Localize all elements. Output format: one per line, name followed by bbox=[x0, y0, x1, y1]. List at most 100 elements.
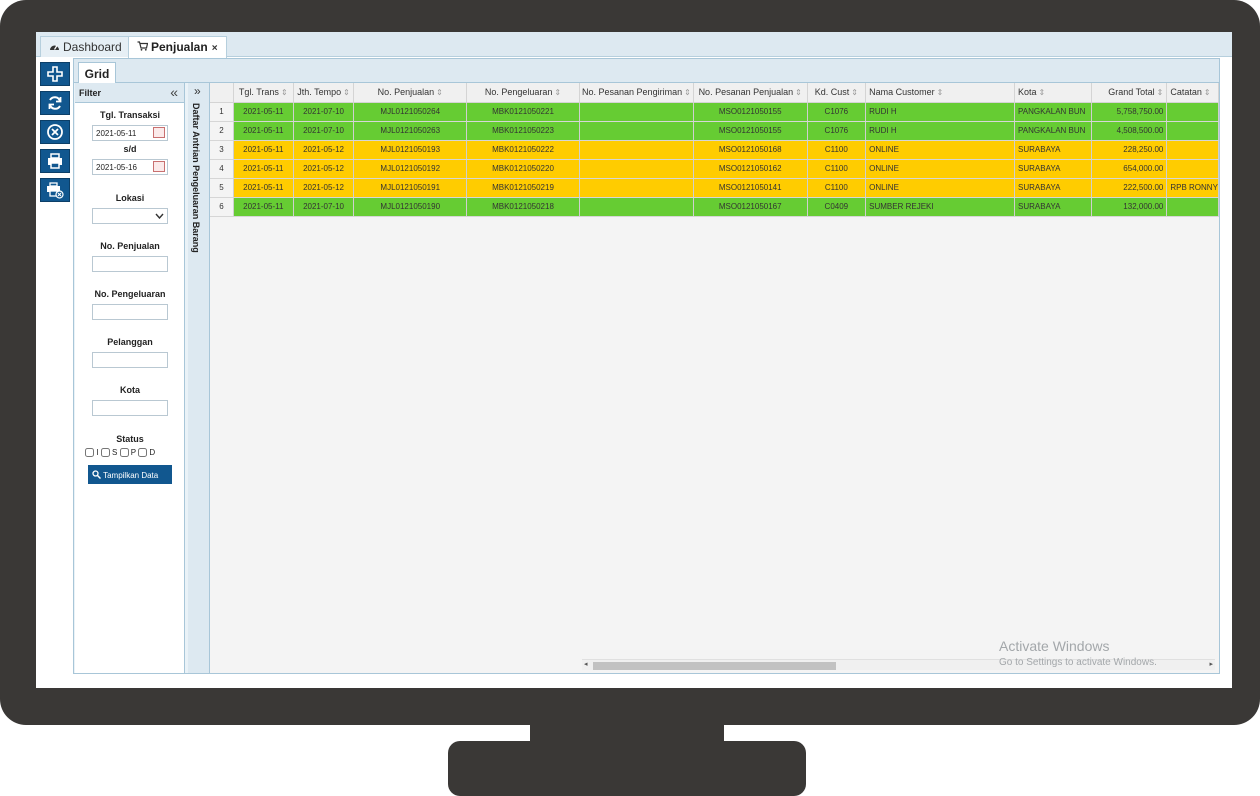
column-header[interactable]: No. Pesanan Penjualan ⇕ bbox=[693, 83, 808, 103]
table-cell: PANGKALAN BUN bbox=[1014, 121, 1092, 141]
filter-panel: Filter « Tgl. Transaksi 2021-05-11 s/d 2… bbox=[75, 83, 185, 673]
table-cell: 2021-05-11 bbox=[233, 159, 294, 179]
row-number: 5 bbox=[210, 178, 234, 198]
print-cancel-button[interactable] bbox=[40, 178, 70, 202]
print-button[interactable] bbox=[40, 149, 70, 173]
table-cell: MBK0121050221 bbox=[466, 102, 580, 122]
watermark-subtitle: Go to Settings to activate Windows. bbox=[999, 657, 1157, 668]
table-cell: MJL0121050193 bbox=[353, 140, 468, 160]
lokasi-label: Lokasi bbox=[115, 193, 145, 203]
table-cell: 228,250.00 bbox=[1091, 140, 1168, 160]
dashboard-icon bbox=[49, 42, 60, 54]
printer-cancel-icon bbox=[47, 182, 64, 199]
scroll-thumb[interactable] bbox=[593, 662, 836, 670]
search-icon bbox=[92, 470, 102, 480]
status-checkbox-s[interactable] bbox=[100, 448, 110, 458]
collapse-filter-button[interactable]: « bbox=[170, 84, 178, 100]
scroll-right-icon[interactable]: ▸ bbox=[1209, 660, 1213, 668]
refresh-button[interactable] bbox=[40, 91, 70, 115]
table-cell: 2021-05-11 bbox=[233, 140, 294, 160]
table-cell: C1100 bbox=[807, 159, 867, 179]
tab-penjualan[interactable]: Penjualan × bbox=[128, 36, 227, 58]
status-i-label: I bbox=[96, 448, 99, 457]
table-cell: RPB RONNY bbox=[1166, 178, 1219, 198]
status-label: Status bbox=[116, 434, 144, 444]
table-row[interactable]: 4 2021-05-11 2021-05-12 MJL0121050192 MBK012… bbox=[210, 159, 1219, 179]
column-header[interactable]: No. Pengeluaran ⇕ bbox=[466, 83, 580, 103]
watermark-title: Activate Windows bbox=[999, 638, 1110, 654]
cancel-circle-icon bbox=[47, 124, 63, 140]
table-row[interactable]: 6 2021-05-11 2021-07-10 MJL0121050190 MBK012… bbox=[210, 197, 1219, 217]
kota-label: Kota bbox=[120, 385, 140, 395]
status-checkbox-p[interactable] bbox=[119, 448, 129, 458]
table-cell: MBK0121050220 bbox=[466, 159, 580, 179]
close-icon[interactable]: × bbox=[212, 43, 218, 54]
table-cell: MSO0121050168 bbox=[693, 140, 808, 160]
column-header[interactable]: Kota ⇕ bbox=[1014, 83, 1092, 103]
lokasi-select[interactable] bbox=[92, 208, 168, 224]
table-cell: MBK0121050218 bbox=[466, 197, 580, 217]
expand-panel-button[interactable]: » bbox=[194, 84, 201, 98]
kota-input[interactable] bbox=[92, 400, 168, 416]
cancel-button[interactable] bbox=[40, 120, 70, 144]
table-cell bbox=[1166, 121, 1219, 141]
status-checkboxes: I S P D bbox=[85, 448, 156, 458]
calendar-icon[interactable] bbox=[153, 127, 165, 138]
table-cell: 222,500.00 bbox=[1091, 178, 1168, 198]
table-cell: PANGKALAN BUN bbox=[1014, 102, 1092, 122]
table-cell: 2021-07-10 bbox=[293, 197, 355, 217]
table-cell bbox=[579, 140, 694, 160]
status-checkbox-i[interactable] bbox=[85, 448, 94, 458]
plus-icon bbox=[47, 66, 63, 82]
table-cell: 2021-05-11 bbox=[233, 197, 294, 217]
cart-icon bbox=[137, 41, 149, 54]
table-cell: C1100 bbox=[807, 178, 867, 198]
column-header[interactable]: No. Pesanan Pengiriman ⇕ bbox=[579, 83, 694, 103]
table-row[interactable]: 1 2021-05-11 2021-07-10 MJL0121050264 MBK012… bbox=[210, 102, 1219, 122]
table-cell: 2021-07-10 bbox=[293, 121, 355, 141]
column-header[interactable]: Nama Customer ⇕ bbox=[865, 83, 1016, 103]
pelanggan-input[interactable] bbox=[92, 352, 168, 368]
no-penjualan-input[interactable] bbox=[92, 256, 168, 272]
tampilkan-data-button[interactable]: Tampilkan Data bbox=[88, 465, 172, 484]
table-cell bbox=[1166, 102, 1219, 122]
column-header[interactable]: No. Penjualan ⇕ bbox=[353, 83, 468, 103]
table-cell: 2021-05-12 bbox=[293, 178, 355, 198]
add-button[interactable] bbox=[40, 62, 70, 86]
status-s-label: S bbox=[111, 448, 118, 457]
printer-icon bbox=[48, 153, 62, 169]
tab-grid[interactable]: Grid bbox=[78, 62, 116, 83]
tab-dashboard[interactable]: Dashboard bbox=[40, 36, 131, 57]
column-header[interactable]: Grand Total ⇕ bbox=[1091, 83, 1168, 103]
table-cell: SURABAYA bbox=[1014, 140, 1092, 160]
table-row[interactable]: 3 2021-05-11 2021-05-12 MJL0121050193 MBK012… bbox=[210, 140, 1219, 160]
antrian-side-panel[interactable]: » Daftar Antrian Pengeluaran Barang bbox=[188, 83, 210, 673]
column-header[interactable]: Jth. Tempo ⇕ bbox=[293, 83, 355, 103]
table-cell: 4,508,500.00 bbox=[1091, 121, 1168, 141]
filter-header: Filter « bbox=[75, 83, 184, 103]
tampilkan-data-label: Tampilkan Data bbox=[103, 471, 159, 480]
table-cell: RUDI H bbox=[865, 121, 1016, 141]
activate-windows-watermark: Activate Windows Go to Settings to activ… bbox=[999, 638, 1157, 668]
table-cell: RUDI H bbox=[865, 102, 1016, 122]
column-header[interactable]: Catatan ⇕ bbox=[1166, 83, 1219, 103]
tgl-transaksi-label: Tgl. Transaksi bbox=[99, 110, 161, 120]
table-cell: SURABAYA bbox=[1014, 159, 1092, 179]
status-checkbox-d[interactable] bbox=[138, 448, 148, 458]
scroll-left-icon[interactable]: ◂ bbox=[584, 660, 588, 668]
status-d-label: D bbox=[149, 448, 156, 457]
table-body: 1 2021-05-11 2021-07-10 MJL0121050264 MBK012… bbox=[210, 102, 1219, 217]
table-cell: 2021-05-11 bbox=[233, 121, 294, 141]
column-header[interactable]: Kd. Cust ⇕ bbox=[807, 83, 867, 103]
sd-label: s/d bbox=[123, 144, 137, 154]
table-row[interactable]: 5 2021-05-11 2021-05-12 MJL0121050191 MBK012… bbox=[210, 178, 1219, 198]
table-row[interactable]: 2 2021-05-11 2021-07-10 MJL0121050263 MBK012… bbox=[210, 121, 1219, 141]
row-number-header bbox=[210, 83, 234, 103]
data-grid: Tgl. Trans ⇕ Jth. Tempo ⇕ No. Penjualan ⇕ N… bbox=[210, 83, 1219, 673]
table-cell: 2021-05-11 bbox=[233, 178, 294, 198]
antrian-panel-title: Daftar Antrian Pengeluaran Barang bbox=[191, 103, 201, 253]
calendar-icon[interactable] bbox=[153, 161, 165, 172]
no-pengeluaran-input[interactable] bbox=[92, 304, 168, 320]
column-header[interactable]: Tgl. Trans ⇕ bbox=[233, 83, 294, 103]
table-cell bbox=[579, 197, 694, 217]
